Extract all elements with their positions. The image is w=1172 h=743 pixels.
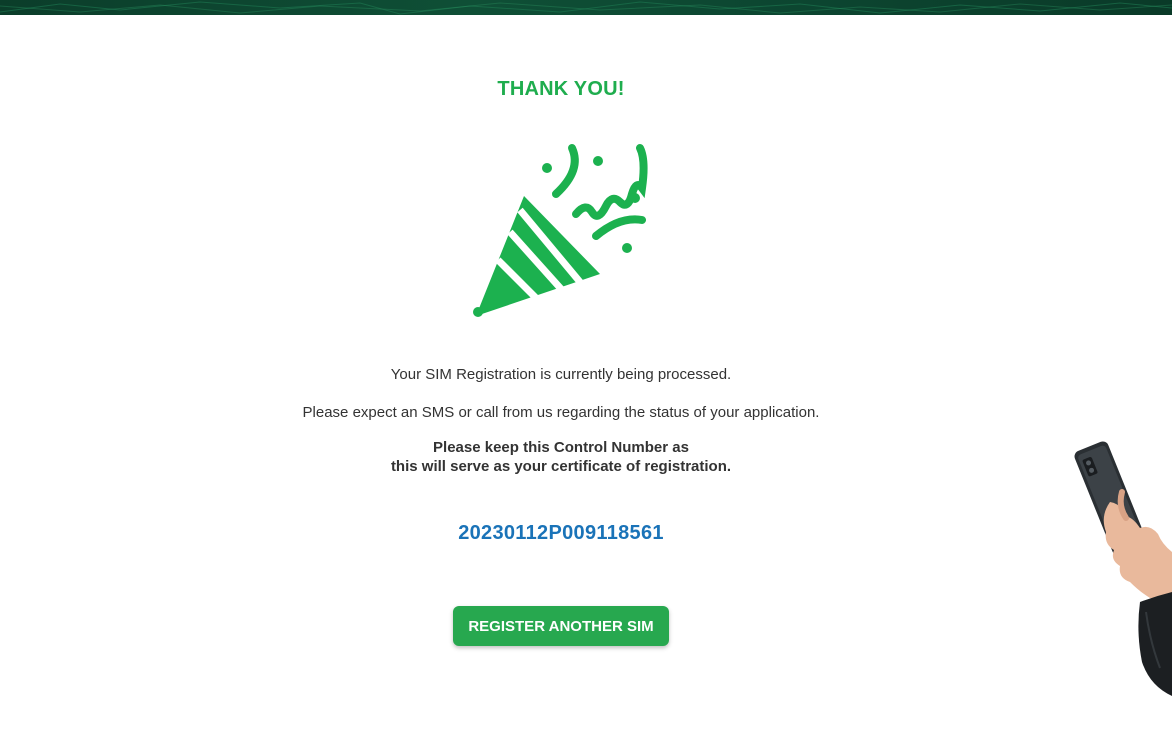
keep-notice-line2: this will serve as your certificate of r…	[390, 458, 732, 475]
keep-notice-line1: Please keep this Control Number as	[433, 439, 689, 456]
party-popper-icon	[473, 144, 648, 317]
control-number: 20230112P009118561	[458, 522, 664, 544]
phone-in-hand-image	[1074, 441, 1172, 696]
processing-message: Your SIM Registration is currently being…	[390, 366, 732, 383]
top-banner	[0, 0, 1172, 15]
keep-control-number-notice: Please keep this Control Number as this …	[0, 438, 1122, 476]
register-another-sim-button[interactable]: REGISTER ANOTHER SIM	[453, 606, 669, 646]
page-title: THANK YOU!	[497, 78, 625, 100]
page: THANK YOU! Your SIM Registration is curr…	[0, 0, 1172, 743]
banner-pattern	[0, 1, 1172, 15]
sms-notice-message: Please expect an SMS or call from us reg…	[302, 404, 820, 421]
